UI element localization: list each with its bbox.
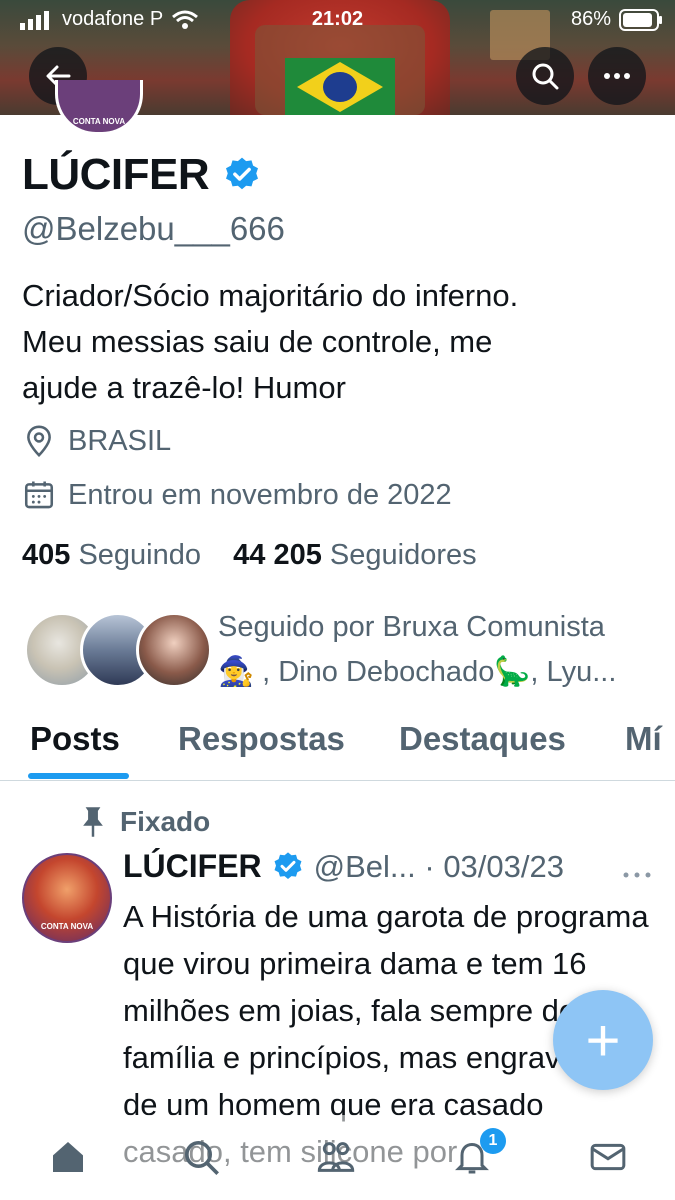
pin-icon <box>83 807 103 837</box>
tweet-more-button[interactable] <box>622 866 652 884</box>
followers-count: 44 205 <box>233 539 322 571</box>
tweet-header: LÚCIFER @Bel... · 03/03/23 <box>123 848 564 885</box>
bio-line: Criador/Sócio majoritário do inferno. <box>22 278 519 313</box>
followed-by-text[interactable]: Seguido por Bruxa Comunista 🧙‍♀️ , Dino … <box>218 605 668 695</box>
following-label: Seguindo <box>78 539 202 571</box>
followed-by-line: 🧙‍♀️ , Dino Debochado🦕, Lyu... <box>218 656 617 688</box>
tab-replies[interactable]: Respostas <box>178 720 345 758</box>
profile-stats: 405 Seguindo 44 205 Seguidores <box>22 539 477 572</box>
search-button[interactable] <box>516 47 574 105</box>
followed-by-line: Seguido por Bruxa Comunista <box>218 611 605 643</box>
tweet-author-avatar[interactable]: CONTA NOVA <box>22 853 112 943</box>
joined-text: Entrou em novembro de 2022 <box>68 478 452 511</box>
location-text: BRASIL <box>68 424 172 457</box>
notification-badge: 1 <box>480 1128 506 1154</box>
active-tab-indicator <box>28 773 129 779</box>
pinned-text: Fixado <box>120 806 211 837</box>
profile-bio: Criador/Sócio majoritário do inferno. Me… <box>22 273 662 411</box>
following-count: 405 <box>22 539 71 571</box>
profile-joined: Entrou em novembro de 2022 <box>22 478 452 512</box>
tab-media[interactable]: Mí <box>625 720 675 758</box>
verified-badge-icon <box>274 851 302 879</box>
more-horizontal-icon <box>623 872 651 878</box>
tabs-divider <box>0 780 675 781</box>
profile-name-row: LÚCIFER <box>22 150 261 200</box>
search-icon <box>532 63 559 90</box>
bio-line: ajude a trazê-lo! Humor <box>22 370 346 405</box>
tweet-author-name[interactable]: LÚCIFER <box>123 848 262 885</box>
verified-badge-icon[interactable] <box>223 156 261 194</box>
tab-highlights[interactable]: Destaques <box>399 720 566 758</box>
status-battery-group: 86% <box>571 8 663 31</box>
followed-by-avatars[interactable] <box>24 612 212 688</box>
battery-percent: 86% <box>570 8 611 30</box>
communities-icon[interactable] <box>316 1137 356 1177</box>
pinned-label: Fixado <box>80 806 210 838</box>
compose-plus-icon: + <box>585 1006 621 1074</box>
explore-search-icon[interactable] <box>181 1137 221 1177</box>
tweet-avatar-label: CONTA NOVA <box>40 922 94 931</box>
more-icon <box>604 73 630 79</box>
profile-location: BRASIL <box>22 424 171 458</box>
bio-line: Meu messias saiu de controle, me <box>22 324 493 359</box>
home-icon[interactable] <box>48 1137 88 1177</box>
more-button[interactable] <box>588 47 646 105</box>
avatar-label: CONTA NOVA <box>72 117 126 126</box>
tab-posts[interactable]: Posts <box>30 720 120 758</box>
profile-avatar[interactable]: CONTA NOVA <box>55 80 143 135</box>
followers-link[interactable]: 44 205 Seguidores <box>233 539 476 571</box>
messages-mail-icon[interactable] <box>588 1137 628 1177</box>
battery-icon <box>619 8 662 31</box>
location-pin-icon <box>27 425 51 457</box>
profile-name: LÚCIFER <box>22 150 210 199</box>
profile-handle: @Belzebu___666 <box>22 210 285 247</box>
following-link[interactable]: 405 Seguindo <box>22 539 201 571</box>
calendar-icon <box>24 481 54 509</box>
tweet-handle-date: @Bel... · 03/03/23 <box>313 848 564 884</box>
compose-post-button[interactable]: + <box>553 990 653 1090</box>
follower-avatar <box>136 612 212 688</box>
followers-label: Seguidores <box>329 539 477 571</box>
